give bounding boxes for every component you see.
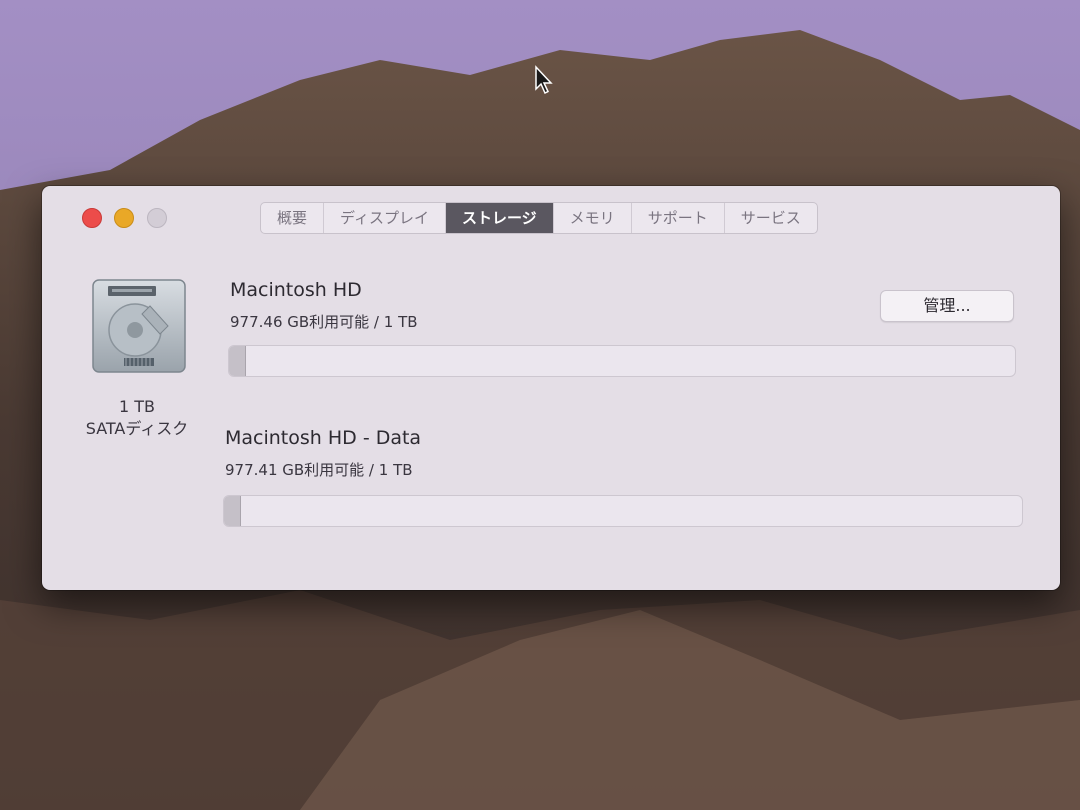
title-bar[interactable]: 概要 ディスプレイ ストレージ メモリ サポート サービス: [42, 186, 1060, 242]
volume-usage: 977.41 GB利用可能 / 1 TB: [225, 461, 413, 479]
storage-bar-used: [229, 346, 246, 376]
manage-button[interactable]: 管理...: [880, 290, 1014, 322]
tab-storage[interactable]: ストレージ: [445, 203, 554, 233]
disk-type: SATAディスク: [85, 419, 189, 438]
disk-caption: 1 TB SATAディスク: [62, 396, 212, 440]
minimize-button[interactable]: [114, 208, 134, 228]
zoom-button: [147, 208, 167, 228]
tab-bar: 概要 ディスプレイ ストレージ メモリ サポート サービス: [260, 202, 818, 234]
tab-service[interactable]: サービス: [725, 203, 817, 233]
close-button[interactable]: [82, 208, 102, 228]
tab-overview[interactable]: 概要: [261, 203, 325, 233]
volume-name: Macintosh HD: [230, 279, 362, 301]
tab-memory[interactable]: メモリ: [554, 203, 632, 233]
volume-usage: 977.46 GB利用可能 / 1 TB: [230, 313, 418, 331]
tab-displays[interactable]: ディスプレイ: [324, 203, 446, 233]
disk-capacity: 1 TB: [118, 397, 155, 416]
storage-bar: [223, 495, 1023, 527]
volume-name: Macintosh HD - Data: [225, 427, 422, 449]
storage-bar-used: [224, 496, 241, 526]
mouse-cursor-icon: [535, 65, 553, 95]
hard-disk-icon: [92, 279, 186, 373]
storage-bar: [228, 345, 1016, 377]
about-this-mac-window: 概要 ディスプレイ ストレージ メモリ サポート サービス 1 TB SATAデ…: [42, 186, 1060, 590]
tab-support[interactable]: サポート: [632, 203, 725, 233]
